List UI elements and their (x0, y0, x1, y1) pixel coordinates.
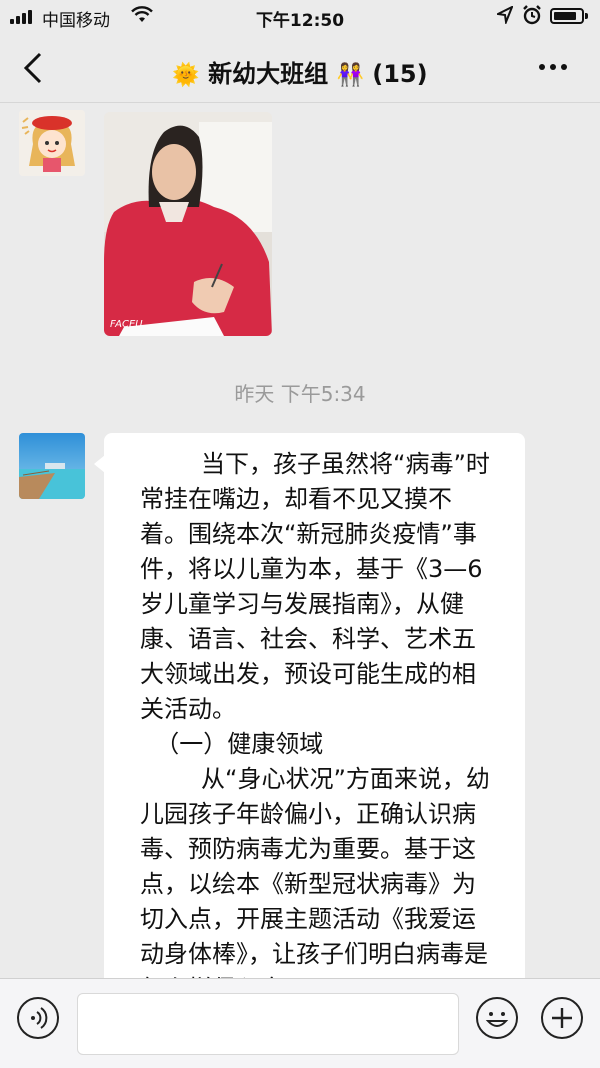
input-bar (0, 978, 600, 1068)
alarm-icon (522, 5, 542, 29)
chat-header: 🌞 新幼大班组 👭 (15) (0, 34, 600, 103)
group-name: 新幼大班组 (208, 60, 329, 88)
girls-emoji: 👭 (336, 63, 364, 88)
status-bar: 中国移动 下午12:50 (0, 0, 600, 34)
sender-avatar-beach[interactable] (19, 433, 85, 499)
more-icon[interactable] (536, 50, 570, 91)
message-input[interactable] (77, 993, 459, 1055)
battery-icon (550, 8, 588, 24)
message-timestamp: 昨天 下午5:34 (234, 382, 366, 406)
member-count: (15) (372, 60, 428, 88)
chat-title: 🌞 新幼大班组 👭 (15) (0, 54, 600, 89)
photo-message[interactable]: FACEU (104, 112, 272, 336)
photo-watermark: FACEU (110, 319, 143, 330)
sun-emoji: 🌞 (172, 63, 200, 88)
sender-avatar-cartoon[interactable] (19, 110, 85, 176)
voice-icon[interactable] (17, 997, 59, 1039)
location-icon (494, 4, 514, 28)
message-bubble[interactable]: 当下，孩子虽然将“病毒”时常挂在嘴边，却看不见又摸不着。围绕本次“新冠肺炎疫情”… (104, 433, 525, 993)
message-text: 当下，孩子虽然将“病毒”时常挂在嘴边，却看不见又摸不着。围绕本次“新冠肺炎疫情”… (140, 450, 490, 993)
plus-icon[interactable] (541, 997, 583, 1039)
emoji-icon[interactable] (476, 997, 518, 1039)
